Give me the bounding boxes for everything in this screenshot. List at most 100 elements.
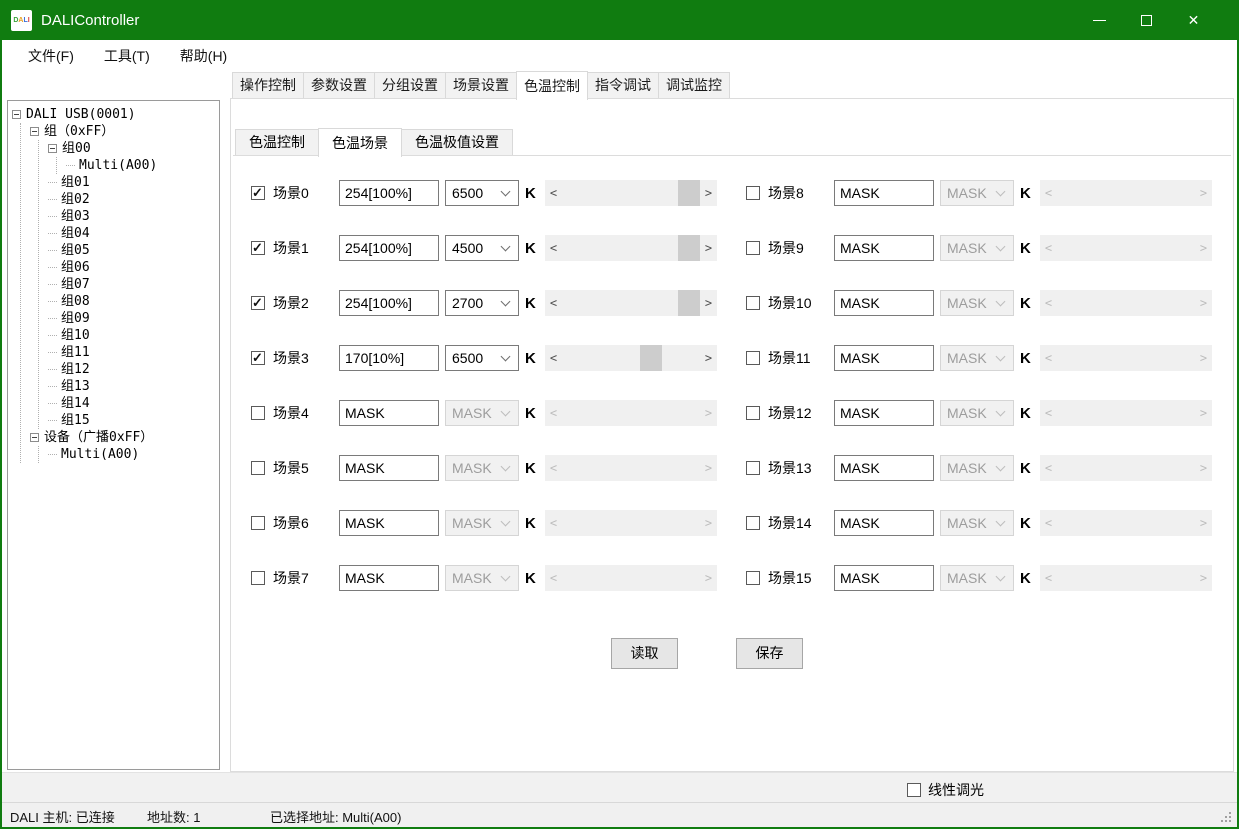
scene-checkbox[interactable] <box>746 351 760 365</box>
tree-item[interactable]: 组02 <box>48 191 217 208</box>
slider-thumb[interactable] <box>678 290 700 316</box>
scene-checkbox[interactable] <box>746 406 760 420</box>
scene-checkbox[interactable] <box>746 516 760 530</box>
scroll-right-icon[interactable]: > <box>700 290 717 316</box>
tree-item[interactable]: 组14 <box>48 395 217 412</box>
scroll-right-icon[interactable]: > <box>700 345 717 371</box>
tab-0[interactable]: 操作控制 <box>232 72 304 98</box>
tree-item[interactable]: 组09 <box>48 310 217 327</box>
tab-4[interactable]: 色温控制 <box>516 71 588 100</box>
tree-item[interactable]: 组08 <box>48 293 217 310</box>
scene-slider[interactable]: < > <box>545 235 717 261</box>
tree-item[interactable]: 组10 <box>48 327 217 344</box>
scene-value-input[interactable] <box>834 510 934 536</box>
tab-3[interactable]: 场景设置 <box>445 72 517 98</box>
linear-dimming-checkbox[interactable]: 线性调光 <box>907 780 984 800</box>
scene-value-input[interactable] <box>834 180 934 206</box>
minimize-button[interactable] <box>1076 0 1123 40</box>
scene-slider[interactable]: < > <box>545 345 717 371</box>
tree-item[interactable]: 组15 <box>48 412 217 429</box>
tree-item[interactable]: 组07 <box>48 276 217 293</box>
read-button[interactable]: 读取 <box>611 638 678 669</box>
scroll-left-icon[interactable]: < <box>545 290 562 316</box>
scene-checkbox[interactable] <box>746 461 760 475</box>
scene-value-input[interactable] <box>834 290 934 316</box>
scene-value-input[interactable] <box>834 345 934 371</box>
scene-checkbox[interactable] <box>746 296 760 310</box>
slider-thumb[interactable] <box>678 235 700 261</box>
subtab-1[interactable]: 色温场景 <box>318 128 402 157</box>
scene-checkbox[interactable] <box>251 241 265 255</box>
tree-item[interactable]: 设备（广播0xFF） <box>30 429 217 446</box>
tree-item[interactable]: Multi(A00) <box>66 157 217 174</box>
scene-checkbox[interactable] <box>746 186 760 200</box>
scene-temp-select[interactable]: 6500 <box>445 180 519 206</box>
tree-collapse-icon[interactable] <box>12 110 21 119</box>
scene-temp-select[interactable]: 4500 <box>445 235 519 261</box>
tab-6[interactable]: 调试监控 <box>658 72 730 98</box>
tree-item[interactable]: 组（0xFF） <box>30 123 217 140</box>
slider-thumb[interactable] <box>640 345 662 371</box>
scene-slider[interactable]: < > <box>545 290 717 316</box>
menu-item-1[interactable]: 工具(T) <box>89 41 165 71</box>
scene-value-input[interactable] <box>834 565 934 591</box>
tree-item[interactable]: DALI USB(0001) <box>12 106 217 123</box>
tree-collapse-icon[interactable] <box>30 127 39 136</box>
tab-1[interactable]: 参数设置 <box>303 72 375 98</box>
maximize-button[interactable] <box>1123 0 1170 40</box>
slider-thumb[interactable] <box>678 180 700 206</box>
tree-item-label: 组04 <box>61 225 90 242</box>
scene-value-input[interactable] <box>339 455 439 481</box>
tree-item[interactable]: 组04 <box>48 225 217 242</box>
scene-checkbox[interactable] <box>251 351 265 365</box>
tree-item[interactable]: 组00 <box>48 140 217 157</box>
subtab-0[interactable]: 色温控制 <box>235 129 319 155</box>
menu-item-0[interactable]: 文件(F) <box>13 41 89 71</box>
tree-item[interactable]: 组12 <box>48 361 217 378</box>
scene-value-input[interactable] <box>834 455 934 481</box>
scroll-right-icon: > <box>1195 345 1212 371</box>
tree-collapse-icon[interactable] <box>30 433 39 442</box>
resize-grip[interactable] <box>1229 820 1231 822</box>
scene-value-input[interactable] <box>339 510 439 536</box>
close-button[interactable]: ✕ <box>1170 0 1217 40</box>
scene-value-input[interactable] <box>834 400 934 426</box>
scene-slider[interactable]: < > <box>545 180 717 206</box>
tree-item[interactable]: 组03 <box>48 208 217 225</box>
scene-value-input[interactable] <box>339 235 439 261</box>
scroll-right-icon[interactable]: > <box>700 180 717 206</box>
scene-value-input[interactable] <box>339 400 439 426</box>
tree-item[interactable]: 组13 <box>48 378 217 395</box>
scene-checkbox[interactable] <box>251 461 265 475</box>
scene-checkbox[interactable] <box>251 516 265 530</box>
tree-item[interactable]: 组05 <box>48 242 217 259</box>
subtab-2[interactable]: 色温极值设置 <box>401 129 513 155</box>
tree-item[interactable]: 组06 <box>48 259 217 276</box>
scroll-right-icon[interactable]: > <box>700 235 717 261</box>
tab-5[interactable]: 指令调试 <box>587 72 659 98</box>
scene-checkbox[interactable] <box>746 571 760 585</box>
scene-checkbox[interactable] <box>746 241 760 255</box>
scene-value-input[interactable] <box>339 180 439 206</box>
scene-value-input[interactable] <box>339 565 439 591</box>
tree-item[interactable]: 组11 <box>48 344 217 361</box>
scene-value-input[interactable] <box>834 235 934 261</box>
scene-temp-select[interactable]: 6500 <box>445 345 519 371</box>
save-button[interactable]: 保存 <box>736 638 803 669</box>
tree-collapse-icon[interactable] <box>48 144 57 153</box>
scene-checkbox[interactable] <box>251 406 265 420</box>
tree-item[interactable]: Multi(A00) <box>48 446 217 463</box>
tree-item[interactable]: 组01 <box>48 174 217 191</box>
tab-2[interactable]: 分组设置 <box>374 72 446 98</box>
device-tree[interactable]: DALI USB(0001)组（0xFF）组00Multi(A00)组01组02… <box>7 100 220 770</box>
scene-value-input[interactable] <box>339 345 439 371</box>
scroll-left-icon[interactable]: < <box>545 180 562 206</box>
scene-checkbox[interactable] <box>251 186 265 200</box>
scene-checkbox[interactable] <box>251 296 265 310</box>
menu-item-2[interactable]: 帮助(H) <box>165 41 242 71</box>
scroll-left-icon[interactable]: < <box>545 235 562 261</box>
scene-checkbox[interactable] <box>251 571 265 585</box>
scene-value-input[interactable] <box>339 290 439 316</box>
scroll-left-icon[interactable]: < <box>545 345 562 371</box>
scene-temp-select[interactable]: 2700 <box>445 290 519 316</box>
